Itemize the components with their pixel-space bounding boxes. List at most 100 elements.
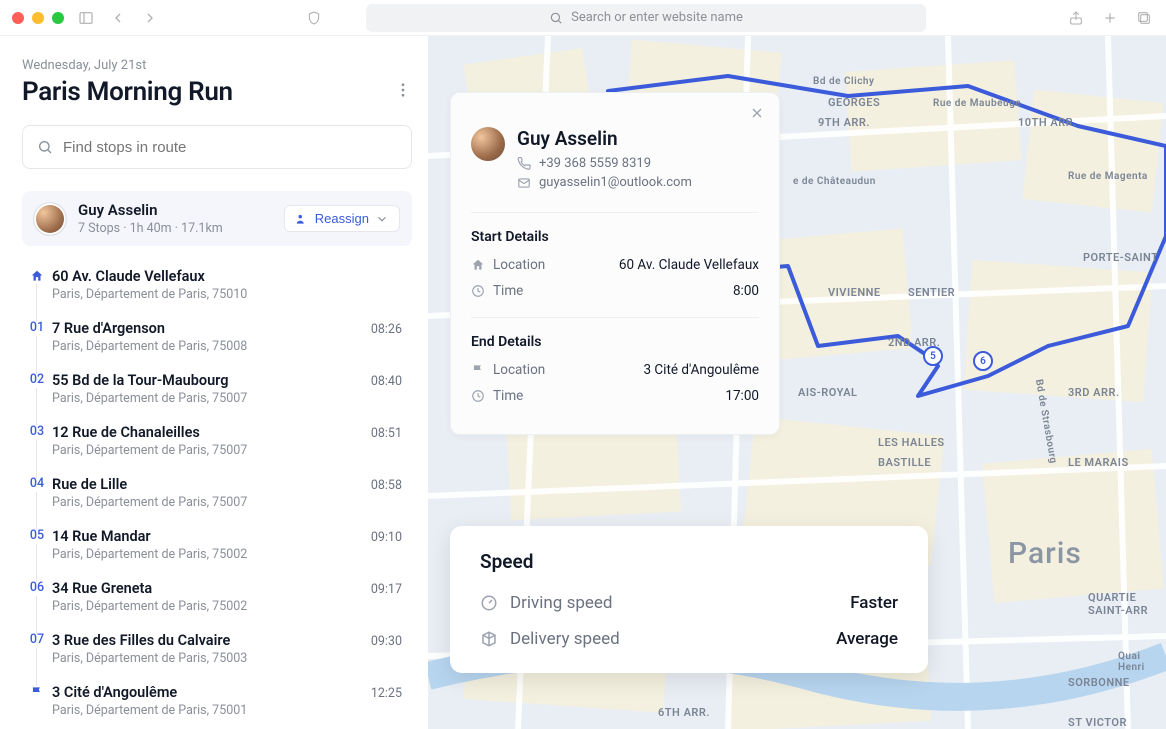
chevron-down-icon [375, 212, 389, 226]
reassign-button[interactable]: Reassign [284, 205, 400, 232]
minimize-window-icon[interactable] [32, 12, 44, 24]
stop-subaddress: Paris, Département de Paris, 75001 [52, 703, 371, 718]
stop-subaddress: Paris, Département de Paris, 75003 [52, 651, 371, 666]
avatar [34, 203, 66, 235]
stop-number: 05 [27, 528, 47, 543]
stop-address: 3 Rue des Filles du Calvaire [52, 632, 371, 649]
stop-row[interactable]: 06 34 Rue Greneta Paris, Département de … [22, 572, 412, 624]
driving-speed-label: Driving speed [510, 593, 613, 613]
driving-speed-row[interactable]: Driving speed Faster [480, 593, 898, 613]
start-details-heading: Start Details [471, 229, 759, 245]
shield-icon[interactable] [304, 8, 324, 28]
stop-row[interactable]: 03 12 Rue de Chanaleilles Paris, Départe… [22, 416, 412, 468]
more-menu-icon[interactable] [394, 81, 412, 103]
forward-icon[interactable] [140, 8, 160, 28]
driver-meta: 7 Stops · 1h 40m · 17.1km [78, 221, 272, 236]
stop-time: 09:17 [371, 580, 412, 597]
phone-line[interactable]: +39 368 5559 8319 [517, 156, 692, 171]
stop-row[interactable]: 05 14 Rue Mandar Paris, Département de P… [22, 520, 412, 572]
maximize-window-icon[interactable] [52, 12, 64, 24]
driving-speed-value: Faster [850, 593, 898, 613]
stop-number: 06 [27, 580, 47, 595]
url-placeholder: Search or enter website name [571, 10, 743, 25]
home-icon [30, 268, 44, 287]
package-icon [480, 630, 498, 648]
clock-icon [471, 284, 485, 298]
driver-detail-panel: Guy Asselin +39 368 5559 8319 guyasselin… [450, 92, 780, 435]
stop-address: Rue de Lille [52, 476, 371, 493]
stop-subaddress: Paris, Département de Paris, 75007 [52, 443, 371, 458]
stop-number: 04 [27, 476, 47, 491]
search-icon [37, 139, 53, 155]
stop-time: 09:10 [371, 528, 412, 545]
new-tab-icon[interactable] [1100, 8, 1120, 28]
stops-search[interactable] [22, 125, 412, 169]
stop-number: 02 [27, 372, 47, 387]
stop-number: 03 [27, 424, 47, 439]
delivery-speed-row[interactable]: Delivery speed Average [480, 629, 898, 649]
stop-row[interactable]: 01 7 Rue d'Argenson Paris, Département d… [22, 312, 412, 364]
home-icon [471, 258, 485, 272]
url-bar[interactable]: Search or enter website name [366, 4, 926, 32]
search-icon [549, 11, 563, 25]
sidebar-toggle-icon[interactable] [76, 8, 96, 28]
stop-address: 60 Av. Claude Vellefaux [52, 268, 412, 285]
speed-card: Speed Driving speed Faster Delivery spee… [450, 526, 928, 673]
back-icon[interactable] [108, 8, 128, 28]
tabs-overview-icon[interactable] [1134, 8, 1154, 28]
email-value: guyasselin1@outlook.com [539, 175, 692, 190]
stop-row[interactable]: 3 Cité d'Angoulême Paris, Département de… [22, 676, 412, 728]
stop-time: 08:58 [371, 476, 412, 493]
end-details-heading: End Details [471, 334, 759, 350]
speed-heading: Speed [480, 550, 898, 573]
location-label: Location [493, 257, 545, 273]
route-sidebar: Wednesday, July 21st Paris Morning Run G… [0, 36, 428, 729]
gauge-icon [480, 594, 498, 612]
route-title: Paris Morning Run [22, 77, 233, 107]
stop-subaddress: Paris, Département de Paris, 75002 [52, 599, 371, 614]
stop-time: 08:26 [371, 320, 412, 337]
stop-time: 08:40 [371, 372, 412, 389]
close-window-icon[interactable] [12, 12, 24, 24]
stop-subaddress: Paris, Département de Paris, 75010 [52, 287, 412, 302]
email-line[interactable]: guyasselin1@outlook.com [517, 175, 692, 190]
stop-address: 3 Cité d'Angoulême [52, 684, 371, 701]
phone-icon [517, 157, 531, 171]
driver-summary[interactable]: Guy Asselin 7 Stops · 1h 40m · 17.1km Re… [22, 191, 412, 246]
stop-subaddress: Paris, Département de Paris, 75007 [52, 391, 371, 406]
delivery-speed-label: Delivery speed [510, 629, 620, 649]
stop-address: 7 Rue d'Argenson [52, 320, 371, 337]
stops-search-input[interactable] [63, 139, 397, 156]
stop-row[interactable]: 07 3 Rue des Filles du Calvaire Paris, D… [22, 624, 412, 676]
stop-subaddress: Paris, Département de Paris, 75008 [52, 339, 371, 354]
time-label: Time [493, 283, 523, 299]
stop-address: 12 Rue de Chanaleilles [52, 424, 371, 441]
user-swap-icon [295, 212, 309, 226]
time-label: Time [493, 388, 523, 404]
stops-list: 60 Av. Claude Vellefaux Paris, Départeme… [22, 260, 412, 728]
map-pin[interactable]: 5 [923, 346, 943, 366]
end-location: 3 Cité d'Angoulême [643, 362, 759, 378]
share-icon[interactable] [1066, 8, 1086, 28]
driver-name: Guy Asselin [78, 201, 272, 219]
end-time: 17:00 [725, 388, 759, 404]
close-icon[interactable] [749, 105, 765, 125]
flag-icon [471, 363, 485, 377]
reassign-label: Reassign [315, 211, 369, 226]
stop-subaddress: Paris, Département de Paris, 75002 [52, 547, 371, 562]
stop-row[interactable]: 02 55 Bd de la Tour-Maubourg Paris, Dépa… [22, 364, 412, 416]
stop-time: 08:51 [371, 424, 412, 441]
flag-icon [30, 684, 44, 703]
stop-row[interactable]: 60 Av. Claude Vellefaux Paris, Départeme… [22, 260, 412, 312]
clock-icon [471, 389, 485, 403]
stop-number: 07 [27, 632, 47, 647]
phone-value: +39 368 5559 8319 [539, 156, 651, 171]
stop-row[interactable]: 04 Rue de Lille Paris, Département de Pa… [22, 468, 412, 520]
location-label: Location [493, 362, 545, 378]
stop-number: 01 [27, 320, 47, 335]
map-pin[interactable]: 6 [973, 351, 993, 371]
start-location: 60 Av. Claude Vellefaux [619, 257, 759, 273]
stop-address: 14 Rue Mandar [52, 528, 371, 545]
stop-address: 55 Bd de la Tour-Maubourg [52, 372, 371, 389]
mail-icon [517, 176, 531, 190]
